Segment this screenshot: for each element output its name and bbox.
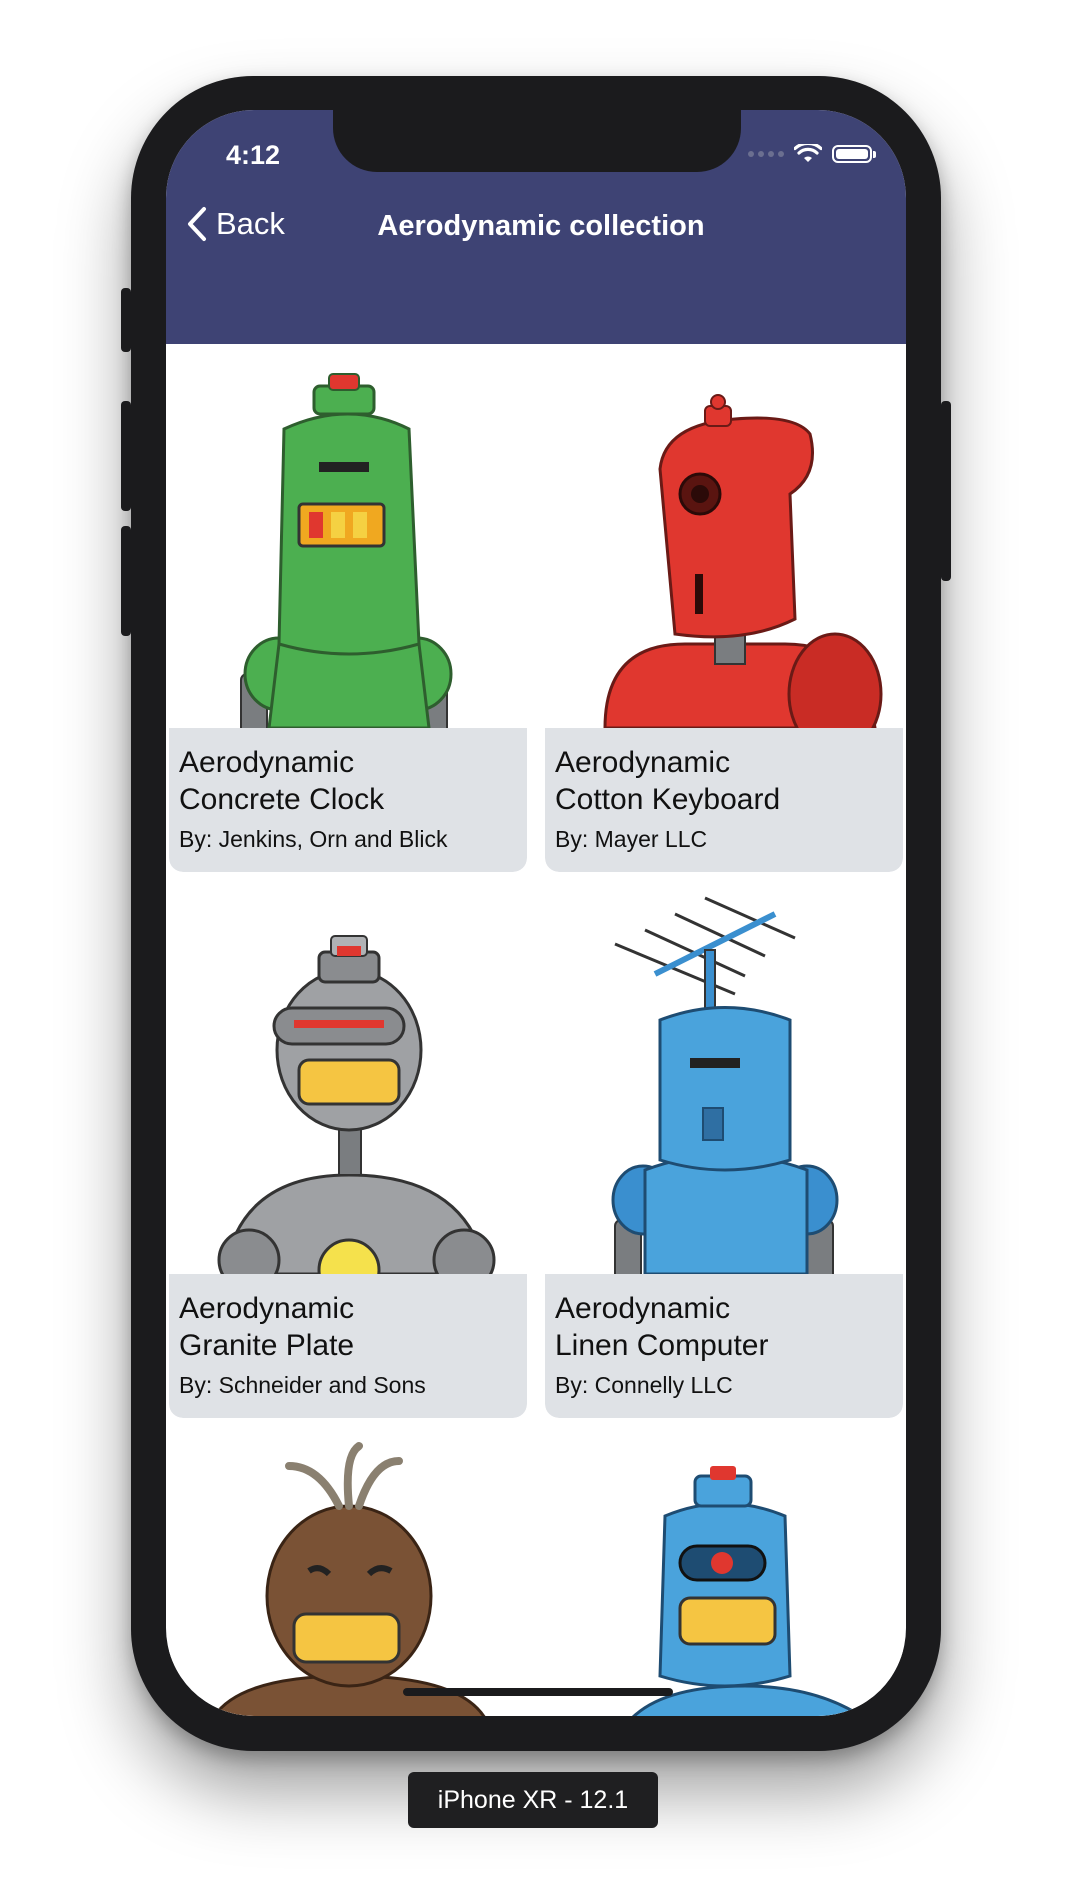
wifi-icon xyxy=(794,144,822,162)
product-name: Aerodynamic Granite Plate xyxy=(179,1292,355,1362)
battery-icon xyxy=(832,145,876,163)
product-info: Aerodynamic Linen Computer By: Connelly … xyxy=(545,1274,903,1418)
green-robot-image xyxy=(169,344,527,728)
product-card[interactable]: Aerodynamic Granite Plate By: Schneider … xyxy=(169,890,527,1418)
screen: 4:12 Back Aerodynamic collection Aerodyn… xyxy=(166,110,906,1716)
product-name: Aerodynamic Linen Computer xyxy=(555,1292,769,1362)
blue-antenna-robot-image xyxy=(545,890,903,1274)
product-card[interactable] xyxy=(169,1436,527,1716)
volume-up-button xyxy=(121,401,131,511)
notch xyxy=(333,110,741,172)
product-card[interactable]: Aerodynamic Linen Computer By: Connelly … xyxy=(545,890,903,1418)
product-info: Aerodynamic Cotton Keyboard By: Mayer LL… xyxy=(545,728,903,872)
product-maker: By: Jenkins, Orn and Blick xyxy=(179,826,448,852)
product-card[interactable]: Aerodynamic Concrete Clock By: Jenkins, … xyxy=(169,344,527,872)
mute-switch xyxy=(121,288,131,352)
navigation-bar: 4:12 Back Aerodynamic collection xyxy=(166,110,906,344)
product-maker: By: Connelly LLC xyxy=(555,1372,733,1398)
status-icons xyxy=(748,144,876,164)
product-maker: By: Schneider and Sons xyxy=(179,1372,426,1398)
volume-down-button xyxy=(121,526,131,636)
home-indicator[interactable] xyxy=(403,1688,673,1696)
product-info: Aerodynamic Concrete Clock By: Jenkins, … xyxy=(169,728,527,872)
device-frame: 4:12 Back Aerodynamic collection Aerodyn… xyxy=(121,76,951,1751)
product-card[interactable]: Aerodynamic Cotton Keyboard By: Mayer LL… xyxy=(545,344,903,872)
product-name: Aerodynamic Cotton Keyboard xyxy=(555,746,781,816)
gray-robot-image xyxy=(169,890,527,1274)
status-time: 4:12 xyxy=(226,140,281,170)
blue-robot-image xyxy=(545,1436,903,1716)
device-label: iPhone XR - 12.1 xyxy=(408,1772,658,1828)
red-robot-image xyxy=(545,344,903,728)
page-title: Aerodynamic collection xyxy=(377,210,705,242)
signal-icon xyxy=(748,151,784,157)
product-name: Aerodynamic Concrete Clock xyxy=(179,746,385,816)
product-card[interactable] xyxy=(545,1436,903,1716)
brown-robot-image xyxy=(169,1436,527,1716)
product-maker: By: Mayer LLC xyxy=(555,826,708,852)
power-button xyxy=(941,401,951,581)
product-info: Aerodynamic Granite Plate By: Schneider … xyxy=(169,1274,527,1418)
